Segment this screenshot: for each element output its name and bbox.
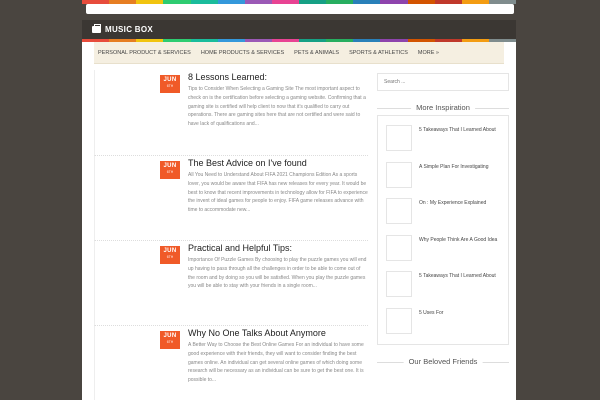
- recent-posts-widget: 5 Takeaways That I Learned About A Simpl…: [377, 115, 509, 345]
- post-list: JUN 6TH 8 Lessons Learned: Tips to Consi…: [94, 70, 368, 400]
- recent-post-item[interactable]: On : My Experience Explained: [386, 198, 502, 235]
- top-bar: [86, 4, 514, 14]
- nav-item-personal-products[interactable]: PERSONAL PRODUCT & SERVICES: [98, 50, 191, 56]
- search-input[interactable]: [377, 73, 509, 91]
- post-excerpt: Importance Of Puzzle Games By choosing t…: [188, 257, 367, 290]
- recent-post-thumbnail[interactable]: [386, 198, 412, 225]
- recent-post-link[interactable]: Why People Think Are A Good Idea: [419, 236, 497, 245]
- date-month: JUN: [163, 333, 177, 339]
- date-month: JUN: [163, 77, 177, 83]
- post-item: JUN 6TH Why No One Talks About Anymore A…: [94, 325, 368, 400]
- post-excerpt: All You Need to Understand About FIFA 20…: [188, 172, 368, 214]
- nav-item-more[interactable]: MORE »: [418, 50, 439, 56]
- post-title-link[interactable]: Practical and Helpful Tips:: [188, 243, 292, 253]
- widget-title-beloved-friends: Our Beloved Friends: [403, 357, 483, 366]
- recent-post-link[interactable]: 5 Takeaways That I Learned About: [419, 272, 496, 281]
- recent-post-item[interactable]: 5 Takeaways That I Learned About: [386, 125, 502, 162]
- date-day: 6TH: [166, 170, 174, 174]
- date-day: 6TH: [166, 340, 174, 344]
- recent-post-link[interactable]: 5 Uses For: [419, 309, 443, 318]
- site-title[interactable]: MUSIC BOX: [105, 25, 153, 34]
- recent-post-link[interactable]: 5 Takeaways That I Learned About: [419, 126, 496, 135]
- recent-post-item[interactable]: Why People Think Are A Good Idea: [386, 234, 502, 272]
- date-month: JUN: [163, 248, 177, 254]
- recent-post-link[interactable]: A Simple Plan For Investigating: [419, 163, 488, 172]
- recent-post-thumbnail[interactable]: [386, 234, 412, 261]
- recent-post-item[interactable]: A Simple Plan For Investigating: [386, 161, 502, 199]
- recent-post-thumbnail[interactable]: [386, 271, 412, 298]
- post-excerpt: Tips to Consider When Selecting a Gaming…: [188, 86, 366, 128]
- recent-post-item[interactable]: 5 Uses For: [386, 307, 502, 345]
- post-title-link[interactable]: Why No One Talks About Anymore: [188, 328, 326, 338]
- date-badge: JUN 6TH: [160, 161, 180, 179]
- post-item: JUN 6TH Practical and Helpful Tips: Impo…: [94, 240, 368, 325]
- widget-header: Our Beloved Friends: [377, 355, 509, 369]
- main-container: PERSONAL PRODUCT & SERVICES HOME PRODUCT…: [82, 42, 516, 400]
- recent-post-thumbnail[interactable]: [386, 125, 412, 151]
- post-item: JUN 6TH 8 Lessons Learned: Tips to Consi…: [94, 70, 368, 155]
- recent-post-thumbnail[interactable]: [386, 307, 412, 334]
- date-month: JUN: [163, 163, 177, 169]
- recent-post-thumbnail[interactable]: [386, 161, 412, 188]
- sidebar: More Inspiration 5 Takeaways That I Lear…: [377, 70, 509, 369]
- date-badge: JUN 6TH: [160, 246, 180, 264]
- site-logo[interactable]: MUSIC BOX: [92, 24, 153, 34]
- nav-item-home-products[interactable]: HOME PRODUCTS & SERVICES: [201, 50, 284, 56]
- widget-title-more-inspiration: More Inspiration: [411, 103, 475, 112]
- date-day: 6TH: [166, 255, 174, 259]
- date-badge: JUN 6TH: [160, 75, 180, 93]
- nav-item-sports-athletics[interactable]: SPORTS & ATHLETICS: [349, 50, 408, 56]
- briefcase-icon: [92, 24, 101, 33]
- post-title-link[interactable]: 8 Lessons Learned:: [188, 72, 267, 82]
- post-excerpt: A Better Way to Choose the Best Online G…: [188, 342, 364, 384]
- post-title-link[interactable]: The Best Advice on I've found: [188, 158, 307, 168]
- recent-post-item[interactable]: 5 Takeaways That I Learned About: [386, 271, 502, 308]
- recent-post-link[interactable]: On : My Experience Explained: [419, 199, 486, 208]
- date-day: 6TH: [166, 84, 174, 88]
- post-item: JUN 6TH The Best Advice on I've found Al…: [94, 155, 368, 240]
- nav-item-pets-animals[interactable]: PETS & ANIMALS: [294, 50, 339, 56]
- date-badge: JUN 6TH: [160, 331, 180, 349]
- widget-header: More Inspiration: [377, 101, 509, 115]
- main-nav: PERSONAL PRODUCT & SERVICES HOME PRODUCT…: [94, 42, 504, 64]
